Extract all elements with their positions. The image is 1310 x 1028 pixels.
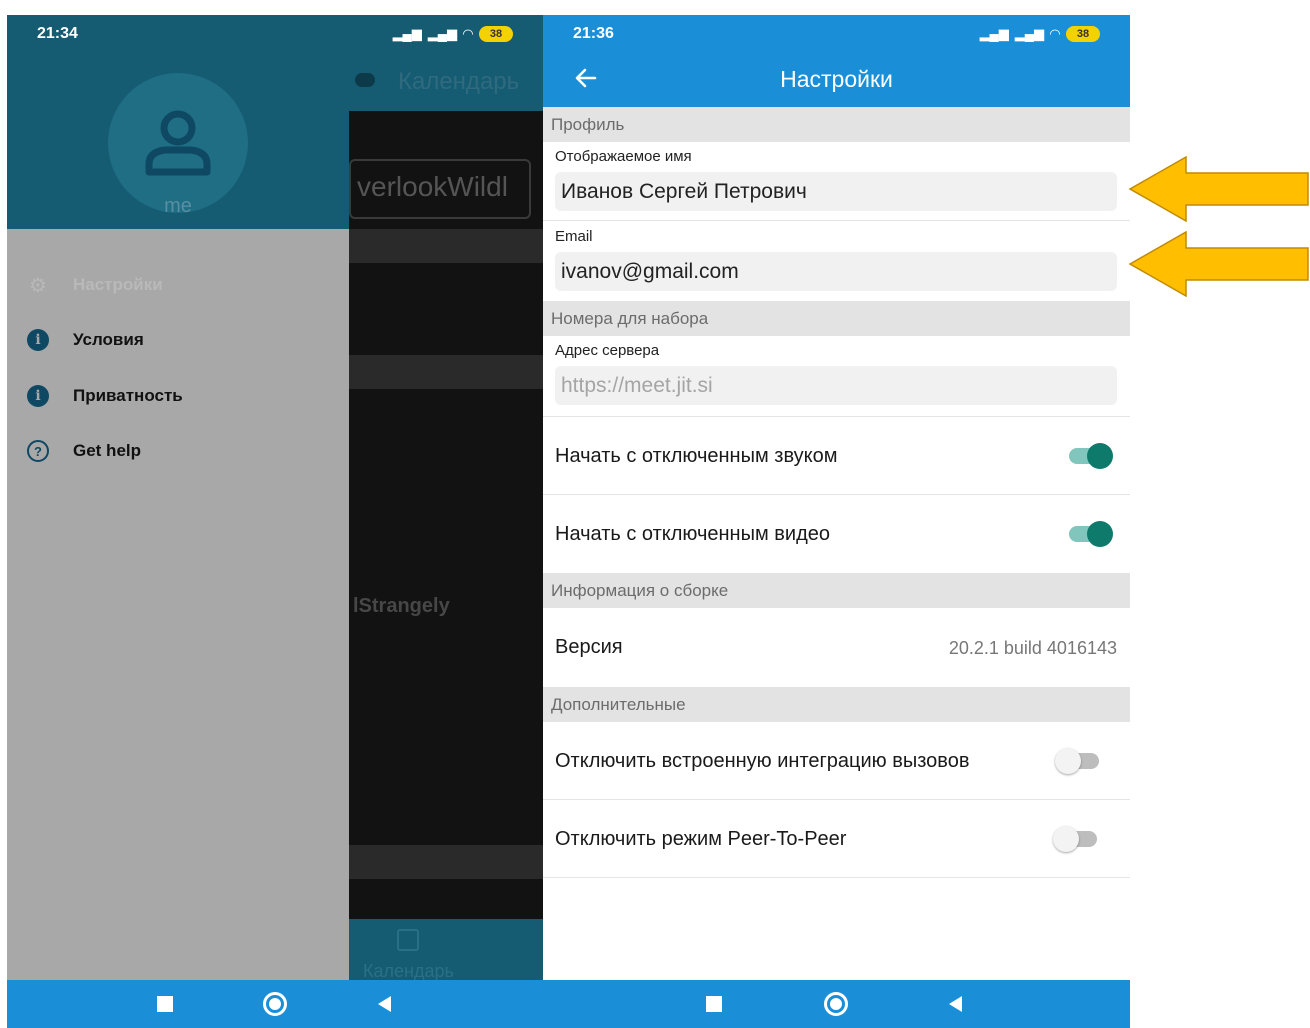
divider	[543, 416, 1130, 417]
navigation-drawer: me ⚙ Настройки i Условия i Приватность ?…	[7, 53, 349, 1028]
info-icon: i	[27, 385, 49, 407]
home-button[interactable]	[263, 992, 287, 1016]
version-value: 20.2.1 build 4016143	[948, 638, 1117, 658]
battery-icon: 38	[479, 26, 513, 42]
version-label: Версия	[555, 636, 623, 658]
signal-icon: ▂▄▆	[1014, 26, 1044, 41]
background-strip	[349, 355, 543, 389]
toggle-thumb	[1053, 826, 1079, 852]
section-header-build: Информация о сборке	[543, 573, 1130, 608]
disable-p2p-label: Отключить режим Peer-To-Peer	[555, 828, 847, 850]
wifi-icon: ◠	[1050, 26, 1060, 41]
drawer-item-label: Настройки	[73, 275, 163, 294]
drawer-username: me	[164, 195, 192, 217]
display-name-field[interactable]	[555, 172, 1117, 211]
display-name-label: Отображаемое имя	[555, 148, 692, 165]
calendar-icon	[397, 929, 419, 951]
divider	[543, 799, 1130, 800]
avatar	[108, 73, 248, 213]
background-strip	[349, 229, 543, 263]
right-phone-screenshot: 21:36 ▂▄▆ ▂▄▆ ◠ 38 Настройки Профиль Ото…	[543, 15, 1130, 1028]
signal-icon: ▂▄▆	[979, 26, 1009, 41]
background-app-header: Календарь	[349, 53, 543, 111]
system-nav-bar	[543, 980, 1130, 1028]
background-app-body: verlookWildl lStrangely	[349, 111, 543, 919]
drawer-item-privacy[interactable]: i Приватность	[7, 376, 349, 416]
divider	[543, 877, 1130, 878]
disable-call-integration-label: Отключить встроенную интеграцию вызовов	[555, 750, 970, 772]
calendar-tab-label: Календарь	[363, 961, 454, 981]
status-bar: 21:36 ▂▄▆ ▂▄▆ ◠ 38	[543, 15, 1130, 53]
page-title: Настройки	[780, 66, 893, 92]
room-name-input: verlookWildl	[349, 159, 531, 219]
help-icon: ?	[27, 440, 49, 462]
home-button[interactable]	[824, 992, 848, 1016]
status-bar: 21:34 ▂▄▆ ▂▄▆ ◠ 38	[7, 15, 543, 53]
gear-icon: ⚙	[29, 274, 47, 297]
drawer-item-terms[interactable]: i Условия	[7, 320, 349, 360]
divider	[543, 220, 1130, 221]
annotation-arrow-icon	[1128, 230, 1309, 298]
annotation-arrow-icon	[1128, 155, 1309, 223]
toggle-thumb	[1055, 748, 1081, 774]
wifi-icon: ◠	[463, 26, 473, 41]
drawer-item-label: Условия	[73, 330, 144, 349]
recent-apps-button[interactable]	[706, 996, 722, 1012]
back-button[interactable]	[949, 996, 962, 1012]
left-phone-screenshot: 21:34 ▂▄▆ ▂▄▆ ◠ 38 Календарь verlookWild…	[7, 15, 543, 1028]
divider	[543, 494, 1130, 495]
server-address-field[interactable]	[555, 366, 1117, 405]
system-nav-bar	[7, 980, 543, 1028]
status-icons: ▂▄▆ ▂▄▆ ◠ 38	[980, 26, 1100, 42]
info-icon: i	[27, 329, 49, 351]
signal-icon: ▂▄▆	[392, 26, 422, 41]
email-field[interactable]	[555, 252, 1117, 291]
start-muted-toggle[interactable]	[1065, 441, 1113, 471]
drawer-item-help[interactable]: ? Get help	[7, 431, 349, 471]
section-header-dial: Номера для набора	[543, 301, 1130, 336]
start-muted-label: Начать с отключенным звуком	[555, 445, 838, 467]
toggle-thumb	[1087, 443, 1113, 469]
drawer-item-label: Приватность	[73, 386, 183, 405]
signal-icon: ▂▄▆	[427, 26, 457, 41]
drawer-item-settings[interactable]: ⚙ Настройки	[7, 265, 349, 305]
email-label: Email	[555, 228, 593, 245]
recent-apps-button[interactable]	[157, 996, 173, 1012]
background-app: Календарь verlookWildl lStrangely Календ…	[349, 53, 543, 1028]
toggle-icon	[355, 73, 375, 87]
back-button[interactable]	[378, 996, 391, 1012]
start-no-video-label: Начать с отключенным видео	[555, 523, 830, 545]
disable-call-integration-toggle[interactable]	[1055, 746, 1103, 776]
battery-icon: 38	[1066, 26, 1100, 42]
section-header-extra: Дополнительные	[543, 687, 1130, 722]
toggle-thumb	[1087, 521, 1113, 547]
background-list-text: lStrangely	[353, 595, 450, 617]
background-strip	[349, 845, 543, 879]
start-no-video-toggle[interactable]	[1065, 519, 1113, 549]
user-icon	[145, 110, 211, 176]
background-app-title: Календарь	[398, 68, 520, 95]
disable-p2p-toggle[interactable]	[1053, 824, 1101, 854]
status-icons: ▂▄▆ ▂▄▆ ◠ 38	[393, 26, 513, 42]
server-address-label: Адрес сервера	[555, 342, 660, 359]
status-time: 21:34	[37, 25, 78, 42]
drawer-header: me	[7, 53, 349, 229]
drawer-item-label: Get help	[73, 441, 142, 460]
section-header-profile: Профиль	[543, 107, 1130, 142]
status-time: 21:36	[573, 25, 614, 42]
app-bar: Настройки	[543, 53, 1130, 107]
